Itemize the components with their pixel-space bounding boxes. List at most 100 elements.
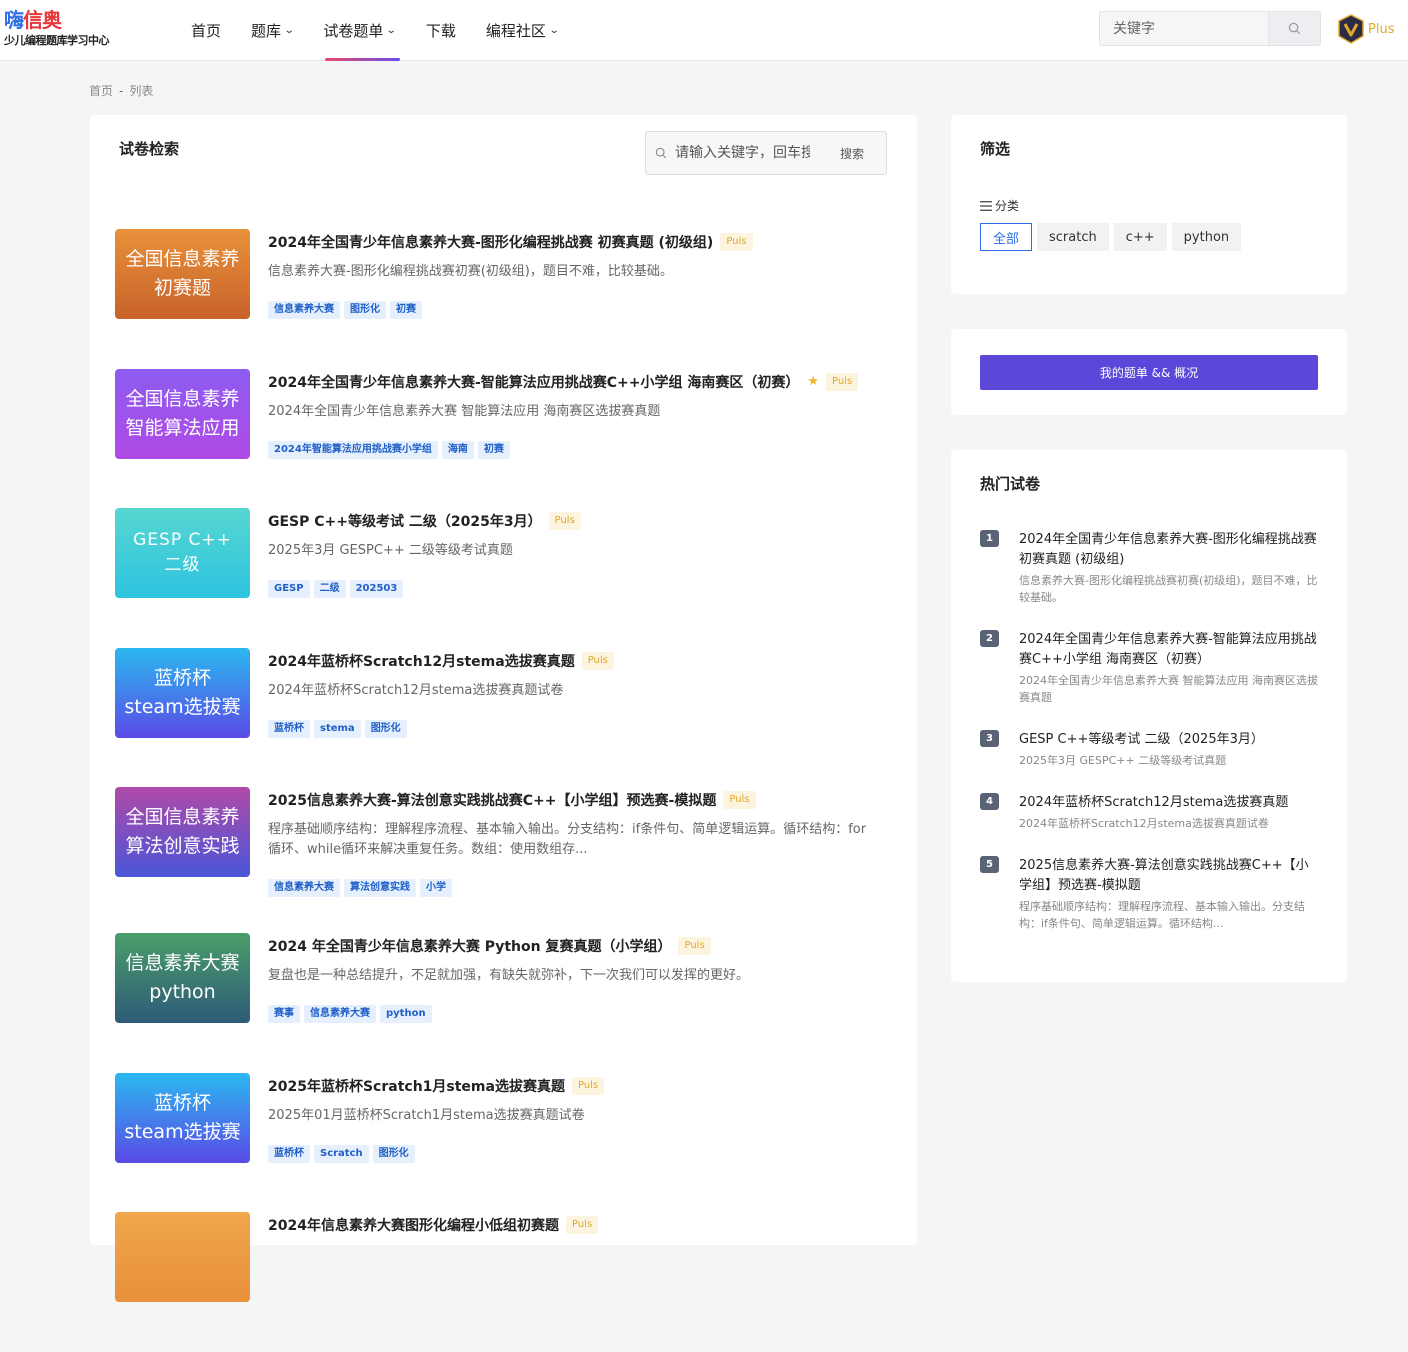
exam-tag[interactable]: 算法创意实践 — [344, 879, 416, 897]
rank-number: 4 — [980, 793, 999, 810]
category-label: 分类 — [980, 197, 1019, 214]
exam-tag[interactable]: 信息素养大赛 — [268, 301, 340, 319]
exam-title-row[interactable]: 2025年蓝桥杯Scratch1月stema选拔赛真题 Puls — [268, 1076, 605, 1096]
category-option-python[interactable]: python — [1171, 223, 1242, 251]
exam-tag[interactable]: 202503 — [349, 580, 404, 598]
site-logo[interactable]: 嗨信奥 少儿编程题库学习中心 — [4, 8, 124, 52]
rank-number: 2 — [980, 630, 999, 647]
exam-tag[interactable]: 二级 — [313, 580, 346, 598]
exam-title-row[interactable]: 2024年全国青少年信息素养大赛-智能算法应用挑战赛C++小学组 海南赛区（初赛… — [268, 372, 859, 392]
plus-badge: Puls — [581, 651, 614, 670]
exam-tag[interactable]: 图形化 — [344, 301, 386, 319]
hot-paper-item[interactable]: 3 GESP C++等级考试 二级（2025年3月） 2025年3月 GESPC… — [980, 730, 1320, 769]
search-icon — [1288, 22, 1301, 35]
card-title: 试卷检索 — [119, 140, 180, 158]
exam-thumbnail[interactable]: 全国信息素养 初赛题 — [115, 229, 250, 319]
exam-title-row[interactable]: 2024年蓝桥杯Scratch12月stema选拔赛真题 Puls — [268, 651, 614, 671]
nav-exam-papers[interactable]: 试卷题单 ⌄ — [308, 0, 410, 61]
exam-thumbnail[interactable]: 全国信息素养 算法创意实践 — [115, 787, 250, 877]
active-nav-indicator — [325, 58, 400, 61]
exam-tag[interactable]: python — [380, 1005, 432, 1023]
breadcrumb-home[interactable]: 首页 — [89, 84, 113, 98]
hot-paper-description: 2025年3月 GESPC++ 二级等级考试真题 — [1019, 754, 1227, 767]
thumb-line: 蓝桥杯 — [153, 1091, 211, 1114]
exam-list-item[interactable]: 蓝桥杯 steam选拔赛 2025年蓝桥杯Scratch1月stema选拔赛真题 … — [115, 1072, 895, 1213]
thumb-line: 二级 — [164, 555, 201, 575]
exam-tags: 赛事 信息素养大赛 python — [268, 1005, 436, 1023]
header-search-button[interactable] — [1268, 12, 1320, 45]
exam-title-row[interactable]: 2025信息素养大赛-算法创意实践挑战赛C++【小学组】预选赛-模拟题 Puls — [268, 790, 756, 810]
exam-title-row[interactable]: 2024年信息素养大赛图形化编程小低组初赛题 Puls — [268, 1215, 599, 1235]
nav-community[interactable]: 编程社区 ⌄ — [471, 0, 573, 61]
exam-title: 2025信息素养大赛-算法创意实践挑战赛C++【小学组】预选赛-模拟题 — [268, 793, 717, 809]
exam-tags: 蓝桥杯 stema 图形化 — [268, 719, 411, 738]
thumb-line: steam选拔赛 — [124, 695, 241, 718]
hot-paper-title[interactable]: 2024年蓝桥杯Scratch12月stema选拔赛真题 — [1019, 793, 1320, 813]
exam-thumbnail[interactable]: 全国信息素养 智能算法应用 — [115, 368, 250, 459]
exam-list-item[interactable]: 全国信息素养 初赛题 2024年全国青少年信息素养大赛-图形化编程挑战赛 初赛真题… — [115, 229, 895, 369]
exam-thumbnail[interactable]: 信息素养大赛 python — [115, 933, 250, 1023]
exam-tag[interactable]: 赛事 — [268, 1005, 300, 1023]
exam-tag[interactable]: GESP — [268, 580, 310, 598]
exam-thumbnail[interactable]: 蓝桥杯 steam选拔赛 — [115, 1072, 250, 1163]
exam-thumbnail[interactable]: GESP C++ 二级 — [115, 508, 250, 598]
header-search-input[interactable] — [1100, 12, 1268, 45]
exam-tag[interactable]: 图形化 — [364, 719, 407, 738]
star-icon: ★ — [807, 374, 820, 389]
exam-list-item[interactable]: 蓝桥杯 steam选拔赛 2024年蓝桥杯Scratch12月stema选拔赛真题… — [115, 647, 895, 788]
hot-paper-title[interactable]: 2024年全国青少年信息素养大赛-图形化编程挑战赛 初赛真题 (初级组) — [1019, 530, 1320, 570]
exam-title-row[interactable]: 2024年全国青少年信息素养大赛-图形化编程挑战赛 初赛真题 (初级组) Pul… — [268, 232, 753, 252]
exam-tag[interactable]: 海南 — [441, 440, 474, 459]
exam-tag[interactable]: 图形化 — [372, 1144, 415, 1163]
exam-list-item[interactable]: GESP C++ 二级 GESP C++等级考试 二级（2025年3月） Puls… — [115, 508, 895, 648]
exam-tag[interactable]: stema — [314, 719, 361, 738]
exam-list-item[interactable]: 全国信息素养 算法创意实践 2025信息素养大赛-算法创意实践挑战赛C++【小学组… — [115, 787, 895, 933]
plus-label: Plus — [1368, 21, 1395, 37]
exam-thumbnail[interactable]: 蓝桥杯 steam选拔赛 — [115, 647, 250, 738]
rank-number: 3 — [980, 730, 999, 747]
nav-download[interactable]: 下载 — [411, 0, 471, 61]
thumb-line: 全国信息素养 — [125, 248, 240, 270]
search-icon — [655, 147, 667, 159]
exam-tag[interactable]: Scratch — [314, 1144, 369, 1163]
exam-title: 2024年全国青少年信息素养大赛-智能算法应用挑战赛C++小学组 海南赛区（初赛… — [268, 374, 800, 391]
hot-paper-description: 2024年全国青少年信息素养大赛 智能算法应用 海南赛区选拔赛真题 — [1019, 674, 1318, 704]
exam-tag[interactable]: 小学 — [420, 879, 452, 897]
hot-paper-item[interactable]: 4 2024年蓝桥杯Scratch12月stema选拔赛真题 2024年蓝桥杯S… — [980, 793, 1320, 832]
category-option-all[interactable]: 全部 — [980, 223, 1033, 251]
exam-tag[interactable]: 初赛 — [390, 301, 422, 319]
category-option-scratch[interactable]: scratch — [1037, 223, 1109, 251]
exam-tags: 信息素养大赛 算法创意实践 小学 — [268, 879, 456, 897]
exam-tag[interactable]: 初赛 — [477, 440, 510, 459]
category-option-cpp[interactable]: c++ — [1113, 223, 1167, 251]
exam-thumbnail[interactable] — [115, 1212, 250, 1302]
nav-home[interactable]: 首页 — [176, 0, 236, 61]
exam-title-row[interactable]: 2024 年全国青少年信息素养大赛 Python 复赛真题（小学组） Puls — [268, 936, 711, 956]
exam-tags: GESP 二级 202503 — [268, 580, 407, 598]
exam-tag[interactable]: 蓝桥杯 — [268, 1144, 310, 1163]
exam-tag[interactable]: 信息素养大赛 — [304, 1005, 376, 1023]
hot-paper-title[interactable]: GESP C++等级考试 二级（2025年3月） — [1019, 730, 1320, 750]
hot-paper-title[interactable]: 2025信息素养大赛-算法创意实践挑战赛C++【小学组】预选赛-模拟题 — [1019, 856, 1320, 896]
exam-list-item[interactable]: 2024年信息素养大赛图形化编程小低组初赛题 Puls — [115, 1212, 895, 1352]
exam-tag[interactable]: 信息素养大赛 — [268, 879, 340, 897]
logo-char: 嗨 — [4, 8, 24, 32]
exam-tag[interactable]: 蓝桥杯 — [268, 719, 310, 738]
my-list-button[interactable]: 我的题单 && 概况 — [980, 355, 1318, 390]
hot-paper-item[interactable]: 2 2024年全国青少年信息素养大赛-智能算法应用挑战赛C++小学组 海南赛区（… — [980, 630, 1320, 706]
nav-question-bank[interactable]: 题库 ⌄ — [236, 0, 308, 61]
hot-paper-item[interactable]: 5 2025信息素养大赛-算法创意实践挑战赛C++【小学组】预选赛-模拟题 程序… — [980, 856, 1320, 932]
category-options: 全部 scratch c++ python — [980, 223, 1246, 251]
exam-list-item[interactable]: 信息素养大赛 python 2024 年全国青少年信息素养大赛 Python 复赛… — [115, 933, 895, 1073]
exam-title-row[interactable]: GESP C++等级考试 二级（2025年3月） Puls — [268, 511, 581, 531]
hot-paper-title[interactable]: 2024年全国青少年信息素养大赛-智能算法应用挑战赛C++小学组 海南赛区（初赛… — [1019, 630, 1320, 670]
plus-membership[interactable]: Plus — [1337, 14, 1394, 44]
exam-description: 程序基础顺序结构：理解程序流程、基本输入输出。分支结构：if条件句、简单逻辑运算… — [268, 822, 867, 857]
hot-paper-item[interactable]: 1 2024年全国青少年信息素养大赛-图形化编程挑战赛 初赛真题 (初级组) 信… — [980, 530, 1320, 606]
exam-search-button[interactable]: 搜索 — [840, 145, 864, 162]
exam-list-item[interactable]: 全国信息素养 智能算法应用 2024年全国青少年信息素养大赛-智能算法应用挑战赛C… — [115, 368, 895, 509]
exam-title: 2024年蓝桥杯Scratch12月stema选拔赛真题 — [268, 653, 575, 670]
list-icon — [980, 200, 992, 211]
exam-tag[interactable]: 2024年智能算法应用挑战赛小学组 — [268, 440, 438, 459]
exam-search-input[interactable] — [675, 145, 810, 161]
